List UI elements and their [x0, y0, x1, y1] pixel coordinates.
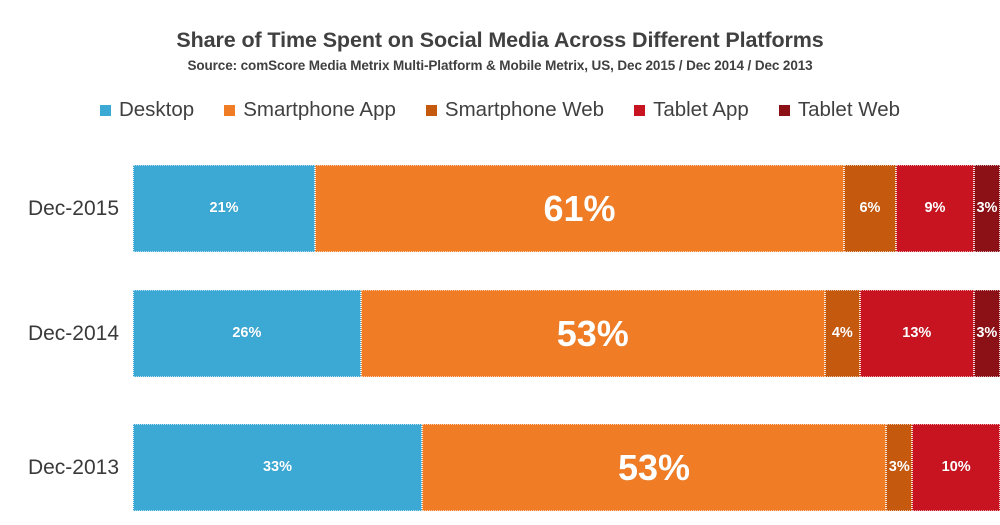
chart-row: Dec-2013 33% 53% 3% 10% [0, 424, 1000, 511]
legend-item-label: Tablet Web [797, 98, 901, 121]
legend-item-label: Smartphone Web [444, 98, 605, 121]
page-title: Share of Time Spent on Social Media Acro… [176, 28, 824, 52]
bar-segment-value: 26% [232, 325, 262, 342]
bar-segment-value: 13% [902, 325, 932, 342]
category-axis-label: Dec-2013 [27, 455, 119, 479]
legend-item-label: Smartphone App [243, 98, 396, 121]
bar-segment-smartphone-app[interactable]: 53% [360, 290, 825, 377]
legend-item-desktop[interactable]: Desktop [99, 98, 195, 121]
legend-swatch-icon [99, 104, 111, 116]
bar-segment-value: 3% [976, 200, 998, 217]
bar-segment-smartphone-app[interactable]: 53% [421, 424, 887, 511]
legend-item-tablet-web[interactable]: Tablet Web [778, 98, 901, 121]
bar-segment-tablet-app[interactable]: 9% [895, 165, 974, 252]
bar-segment-value: 61% [543, 187, 616, 229]
chart-row: Dec-2015 21% 61% 6% 9% 3% [0, 165, 1000, 252]
legend-item-label: Desktop [118, 98, 195, 121]
bar-segment-smartphone-web[interactable]: 4% [824, 290, 860, 377]
stacked-bar: 21% 61% 6% 9% 3% [133, 165, 1000, 252]
chart-legend: Desktop Smartphone App Smartphone Web Table… [0, 98, 1000, 121]
legend-item-label: Tablet App [653, 98, 749, 121]
bar-segment-value: 9% [924, 200, 946, 217]
legend-item-smartphone-app[interactable]: Smartphone App [224, 98, 396, 121]
category-axis-label: Dec-2015 [27, 196, 119, 220]
legend-item-smartphone-web[interactable]: Smartphone Web [425, 98, 605, 121]
bar-segment-value: 10% [941, 459, 971, 476]
bar-segment-value: 53% [556, 312, 629, 354]
bar-segment-smartphone-web[interactable]: 3% [886, 424, 913, 511]
chart-source-subtitle: Source: comScore Media Metrix Multi-Plat… [187, 57, 813, 73]
legend-swatch-icon [224, 104, 236, 116]
bar-segment-desktop[interactable]: 21% [133, 165, 316, 252]
bar-segment-tablet-web[interactable]: 3% [973, 290, 1000, 377]
bar-segment-desktop[interactable]: 26% [133, 290, 361, 377]
bar-segment-value: 53% [618, 446, 691, 488]
bar-segment-value: 4% [831, 325, 853, 342]
chart-header: Share of Time Spent on Social Media Acro… [0, 28, 1000, 73]
chart-row: Dec-2014 26% 53% 4% 13% 3% [0, 290, 1000, 377]
bar-segment-tablet-app[interactable]: 10% [912, 424, 1000, 511]
bar-segment-value: 3% [976, 325, 998, 342]
legend-item-tablet-app[interactable]: Tablet App [634, 98, 749, 121]
category-axis-label: Dec-2014 [27, 321, 119, 345]
bar-segment-tablet-web[interactable]: 3% [973, 165, 1000, 252]
bar-segment-value: 33% [262, 459, 292, 476]
bar-segment-value: 6% [859, 200, 881, 217]
bar-segment-smartphone-web[interactable]: 6% [843, 165, 896, 252]
stacked-bar: 33% 53% 3% 10% [133, 424, 1000, 511]
bar-segment-desktop[interactable]: 33% [133, 424, 422, 511]
chart-plot-area: Dec-2015 21% 61% 6% 9% 3% Dec-2014 26% 53% 4% 13% 3… [0, 150, 1000, 525]
bar-segment-smartphone-app[interactable]: 61% [315, 165, 844, 252]
legend-swatch-icon [778, 104, 790, 116]
stacked-bar: 26% 53% 4% 13% 3% [133, 290, 1000, 377]
legend-swatch-icon [425, 104, 437, 116]
bar-segment-tablet-app[interactable]: 13% [859, 290, 974, 377]
legend-swatch-icon [634, 104, 646, 116]
bar-segment-value: 3% [888, 459, 910, 476]
bar-segment-value: 21% [209, 200, 239, 217]
